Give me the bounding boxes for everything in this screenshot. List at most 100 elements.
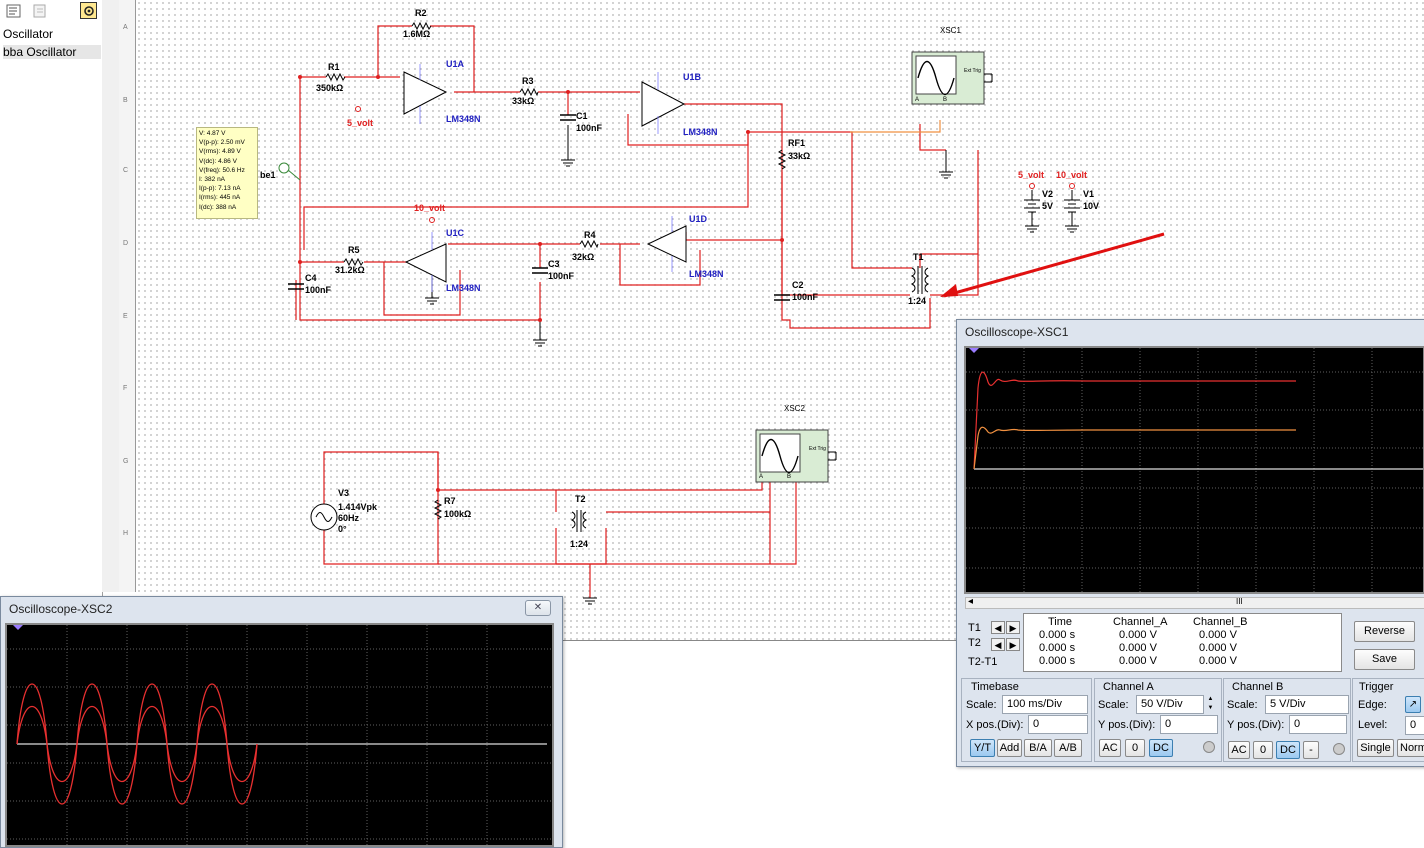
yt-mode-button[interactable]: Y/T xyxy=(970,739,995,757)
channel-a-ypos-field[interactable]: 0 xyxy=(1160,715,1218,734)
save-button[interactable]: Save xyxy=(1354,649,1415,670)
reverse-button[interactable]: Reverse xyxy=(1354,621,1415,642)
window-title: Oscilloscope-XSC1 xyxy=(965,325,1069,339)
c1-name: C1 xyxy=(576,111,588,121)
t1-time: 0.000 s xyxy=(1039,629,1076,641)
rf1-name: RF1 xyxy=(788,138,805,148)
wire-orange xyxy=(850,120,941,133)
r5-name: R5 xyxy=(348,245,360,255)
channel-b-scale-field[interactable]: 5 V/Div xyxy=(1265,695,1349,714)
r4-name: R4 xyxy=(584,230,596,240)
rf1-value: 33kΩ xyxy=(788,151,810,161)
r2-value: 1.6MΩ xyxy=(403,29,430,39)
probe-readout[interactable]: V: 4.87 V V(p-p): 2.50 mV V(rms): 4.89 V… xyxy=(196,127,258,219)
col-time: Time xyxy=(1048,616,1073,628)
xsc2-pin-b: B xyxy=(787,474,791,480)
net-label-v2: 5_volt xyxy=(1018,170,1044,180)
t1-b: 0.000 V xyxy=(1199,629,1237,641)
r5-value: 31.2kΩ xyxy=(335,265,365,275)
channel-a-zero-button[interactable]: 0 xyxy=(1125,739,1145,757)
channel-b-group: Channel B Scale: 5 V/Div Y pos.(Div): 0 … xyxy=(1223,678,1351,762)
horizontal-scrollbar[interactable]: ◂ III xyxy=(965,596,1424,609)
v1-value: 10V xyxy=(1083,201,1099,211)
normal-trigger-button[interactable]: Norm xyxy=(1397,739,1424,757)
u1b-name: U1B xyxy=(683,72,702,82)
probe-line: I(dc): 388 nA xyxy=(199,203,237,211)
t2-b: 0.000 V xyxy=(1199,642,1237,654)
opamp-pins xyxy=(419,64,673,292)
channel-a-ac-button[interactable]: AC xyxy=(1099,739,1121,757)
xsc2-instrument[interactable] xyxy=(755,429,837,483)
probe-icon[interactable] xyxy=(278,162,290,174)
timebase-xpos-label: X pos.(Div): xyxy=(966,719,1024,731)
channel-b-dc-button[interactable]: DC xyxy=(1276,741,1300,759)
probe-line: V: 4.87 V xyxy=(199,130,226,137)
col-channel-b: Channel_B xyxy=(1193,616,1248,628)
channel-a-dc-button[interactable]: DC xyxy=(1149,739,1173,757)
v3-freq: 60Hz xyxy=(338,513,360,523)
channel-a-scale-spinner[interactable]: ▲ ▼ xyxy=(1205,695,1216,714)
channel-b-ypos-field[interactable]: 0 xyxy=(1289,715,1347,734)
channel-b-invert-button[interactable]: - xyxy=(1303,741,1319,759)
timebase-scale-label: Scale: xyxy=(966,699,997,711)
r3-name: R3 xyxy=(522,76,534,86)
v2-name: V2 xyxy=(1042,189,1053,199)
t2-left-arrow-icon[interactable]: ◀ xyxy=(991,638,1005,651)
timebase-scale-field[interactable]: 100 ms/Div xyxy=(1002,695,1088,714)
probe-line: I(rms): 445 nA xyxy=(199,194,241,202)
t1-right-arrow-icon[interactable]: ▶ xyxy=(1006,621,1020,634)
scroll-thumb[interactable]: III xyxy=(1236,597,1243,606)
scroll-left-icon[interactable]: ◂ xyxy=(968,596,973,607)
single-trigger-button[interactable]: Single xyxy=(1357,739,1394,757)
transformer-shapes xyxy=(570,266,930,532)
probe-line: I(p-p): 7.13 nA xyxy=(199,185,241,193)
scope-screen[interactable] xyxy=(964,346,1424,594)
t2-t1-time: 0.000 s xyxy=(1039,655,1076,667)
channel-b-zero-button[interactable]: 0 xyxy=(1253,741,1273,759)
r7-name: R7 xyxy=(444,496,456,506)
junction-dots xyxy=(298,75,784,492)
channel-a-color-icon[interactable] xyxy=(1203,741,1215,753)
r4-value: 32kΩ xyxy=(572,252,594,262)
ab-mode-button[interactable]: A/B xyxy=(1054,739,1082,757)
ba-mode-button[interactable]: B/A xyxy=(1024,739,1052,757)
c2-value: 100nF xyxy=(792,292,819,302)
c3-name: C3 xyxy=(548,259,560,269)
xsc1-instrument[interactable] xyxy=(911,51,993,105)
t1-left-arrow-icon[interactable]: ◀ xyxy=(991,621,1005,634)
r1-name: R1 xyxy=(328,62,340,72)
u1c-part: LM348N xyxy=(446,283,481,293)
add-mode-button[interactable]: Add xyxy=(997,739,1022,757)
scope-screen[interactable] xyxy=(5,623,554,847)
xsc1-label: XSC1 xyxy=(940,26,961,35)
u1d-name: U1D xyxy=(689,214,708,224)
t2-name: T2 xyxy=(575,494,586,504)
c2-name: C2 xyxy=(792,280,804,290)
probe-line: V(p-p): 2.50 mV xyxy=(199,139,245,147)
channel-a-scale-field[interactable]: 50 V/Div xyxy=(1136,695,1204,714)
u1a-part: LM348N xyxy=(446,114,481,124)
t1-a: 0.000 V xyxy=(1119,629,1157,641)
v3-phase: 0° xyxy=(338,524,347,534)
scope-traces xyxy=(966,348,1423,592)
trigger-title: Trigger xyxy=(1359,681,1394,693)
timebase-xpos-field[interactable]: 0 xyxy=(1028,715,1088,734)
rising-edge-icon[interactable]: ↗ xyxy=(1405,696,1421,713)
t2-ratio: 1:24 xyxy=(570,539,588,549)
trigger-edge-label: Edge: xyxy=(1358,699,1387,711)
close-icon[interactable]: ✕ xyxy=(525,600,551,616)
window-title: Oscilloscope-XSC2 xyxy=(9,602,113,616)
oscilloscope-xsc1-window: Oscilloscope-XSC1 ◂ III T1 T2 T2-T1 ◀ ▶ … xyxy=(956,319,1424,767)
channel-a-group: Channel A Scale: 50 V/Div ▲ ▼ Y pos.(Div)… xyxy=(1094,678,1222,762)
channel-b-ypos-label: Y pos.(Div): xyxy=(1227,719,1285,731)
col-channel-a: Channel_A xyxy=(1113,616,1168,628)
r2-name: R2 xyxy=(415,8,427,18)
timebase-title: Timebase xyxy=(971,681,1019,693)
channel-b-scale-label: Scale: xyxy=(1227,699,1258,711)
channel-b-ac-button[interactable]: AC xyxy=(1228,741,1250,759)
u1d-part: LM348N xyxy=(689,269,724,279)
t2-right-arrow-icon[interactable]: ▶ xyxy=(1006,638,1020,651)
trigger-group: Trigger Edge: ↗ Level: 0 Single Norm xyxy=(1352,678,1424,762)
channel-b-color-icon[interactable] xyxy=(1333,743,1345,755)
trigger-level-field[interactable]: 0 xyxy=(1405,716,1424,735)
